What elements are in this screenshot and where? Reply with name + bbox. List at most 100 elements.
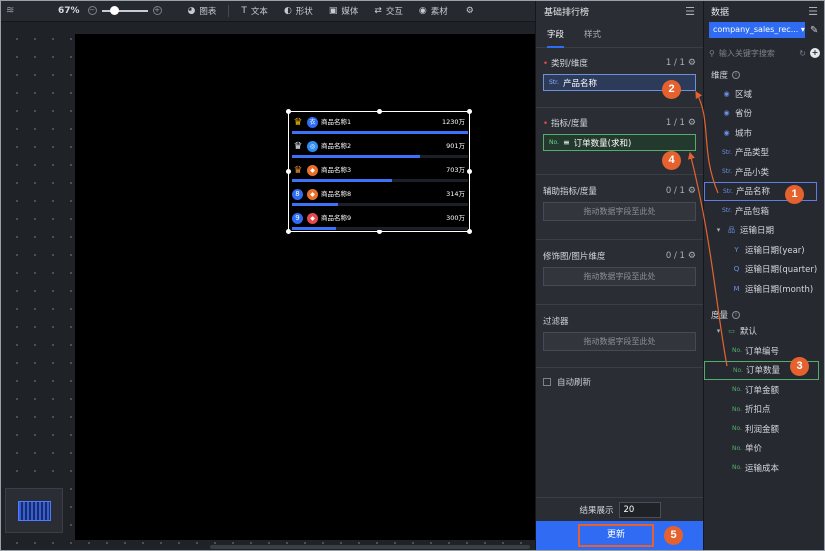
zoom-level: 67%: [58, 5, 80, 16]
gear-icon[interactable]: ⚙: [688, 118, 696, 128]
field-search[interactable]: ⚲ 输入关键字搜索 ↻ +: [709, 46, 820, 60]
rank-bar-fill: [292, 179, 393, 182]
gear-icon[interactable]: ⚙: [688, 186, 696, 196]
filter-drop-zone[interactable]: 拖动数据字段至此处: [543, 332, 696, 351]
rank-bar-fill: [292, 131, 468, 134]
rank-bar-track: [292, 179, 468, 182]
info-icon[interactable]: i: [732, 310, 741, 319]
zoom-slider[interactable]: [101, 5, 148, 15]
string-type-icon: Str.: [722, 168, 732, 176]
calendar-year-icon: Y: [734, 245, 739, 254]
toolbar-chart[interactable]: ◕ 图表: [188, 5, 217, 17]
auto-refresh-checkbox[interactable]: [543, 378, 551, 386]
aux-measure-label: 辅助指标/度量: [543, 187, 597, 197]
toolbar-divider: [228, 4, 230, 17]
dimension-section: • 类别/维度 1 / 1 ⚙ Str. 产品名称: [536, 52, 703, 108]
field-profit[interactable]: No. 利润金额: [704, 419, 825, 439]
toolbar-media[interactable]: ▣ 媒体: [329, 5, 359, 17]
field-shipping-cost[interactable]: No. 运输成本: [704, 458, 825, 478]
image-icon: ▣: [328, 5, 338, 16]
field-province[interactable]: ◉ 省份: [704, 104, 825, 124]
field-ship-date-quarter[interactable]: Q 运输日期(quarter): [704, 260, 825, 280]
sort-icon[interactable]: ≡: [563, 138, 570, 147]
field-product-subtype[interactable]: Str. 产品小类: [704, 162, 825, 182]
measure-field-chip[interactable]: No. ≡ 订单数量(求和): [543, 134, 696, 151]
filter-section: 过滤器 拖动数据字段至此处: [536, 310, 703, 368]
collapse-data-icon[interactable]: ☰: [808, 5, 818, 18]
toolbar-material[interactable]: ◉ 素材: [419, 5, 448, 17]
rank-name: 商品名称2: [321, 142, 352, 150]
product-badge-icon: ◎: [307, 141, 318, 152]
field-ship-date[interactable]: ▾ 品运输日期: [704, 221, 825, 241]
update-button[interactable]: 更新: [578, 524, 654, 547]
aux-measure-section: 辅助指标/度量 0 / 1 ⚙ 拖动数据字段至此处: [536, 180, 703, 240]
field-discount[interactable]: No. 折扣点: [704, 400, 825, 420]
number-type-icon: No.: [549, 139, 559, 146]
search-input[interactable]: 输入关键字搜索: [719, 48, 795, 59]
field-label: 订单数量: [746, 366, 781, 377]
edit-icon[interactable]: ✎: [810, 25, 818, 36]
field-product-type[interactable]: Str. 产品类型: [704, 143, 825, 163]
tab-fields[interactable]: 字段: [547, 22, 565, 48]
number-type-icon: No.: [733, 366, 743, 374]
data-panel-title: 数据: [711, 7, 730, 18]
rank-value: 901万: [446, 142, 465, 150]
field-ship-date-year[interactable]: Y 运输日期(year): [704, 240, 825, 260]
settings-gear-icon[interactable]: ⚙: [466, 6, 474, 16]
screen-board[interactable]: [75, 34, 535, 540]
field-order-amount[interactable]: No. 订单金额: [704, 380, 825, 400]
toolbar-text[interactable]: T 文本: [241, 5, 268, 17]
field-product-box[interactable]: Str. 产品包箱: [704, 201, 825, 221]
field-city[interactable]: ◉ 城市: [704, 123, 825, 143]
aux-measure-drop-zone[interactable]: 拖动数据字段至此处: [543, 202, 696, 221]
resize-handle[interactable]: [286, 229, 291, 234]
measure-folder-default[interactable]: ▾ ▭ 默认: [704, 322, 825, 342]
toolbar-interaction[interactable]: ⇄ 交互: [374, 5, 403, 17]
gear-icon[interactable]: ⚙: [688, 251, 696, 261]
field-ship-date-month[interactable]: M 运输日期(month): [704, 279, 825, 299]
toolbar-shape[interactable]: ◐ 形状: [284, 5, 313, 17]
horizontal-scrollbar[interactable]: [210, 545, 530, 549]
string-type-icon: Str.: [549, 79, 559, 86]
rank-name: 商品名称8: [321, 190, 352, 198]
decor-dimension-count: 0 / 1: [665, 251, 685, 261]
info-icon[interactable]: i: [732, 71, 741, 79]
decor-dimension-section: 修饰图/图片维度 0 / 1 ⚙ 拖动数据字段至此处: [536, 245, 703, 305]
callout-step-3: 3: [790, 357, 809, 376]
result-count-input[interactable]: 20: [618, 501, 661, 518]
number-type-icon: No.: [732, 444, 742, 452]
decor-dimension-drop-zone[interactable]: 拖动数据字段至此处: [543, 267, 696, 286]
search-icon: ⚲: [709, 48, 715, 58]
interaction-icon: ⇄: [374, 5, 382, 16]
zoom-slider-knob[interactable]: [109, 5, 119, 15]
collapse-panel-icon[interactable]: ☰: [685, 5, 695, 18]
data-panel-header: 数据 ☰: [704, 0, 825, 22]
tab-style[interactable]: 样式: [584, 22, 601, 48]
field-region[interactable]: ◉ 区域: [704, 84, 825, 104]
callout-step-5: 5: [664, 526, 683, 545]
layers-icon[interactable]: ≋: [6, 5, 20, 16]
add-icon[interactable]: +: [810, 48, 820, 58]
text-icon: T: [241, 5, 247, 16]
field-unit-price[interactable]: No. 单价: [704, 439, 825, 459]
canvas-toolbar: ≋ 67% − + ◕ 图表 T 文本 ◐ 形状 ▣ 媒体 ⇄ 交互 ◉ 素材 ⚙: [0, 0, 535, 22]
resize-handle[interactable]: [286, 169, 291, 174]
string-type-icon: Str.: [722, 207, 732, 215]
minimap[interactable]: [5, 488, 63, 533]
field-order-id[interactable]: No. 订单编号: [704, 341, 825, 361]
zoom-in-icon[interactable]: +: [152, 6, 162, 15]
gear-icon[interactable]: ⚙: [688, 58, 696, 68]
zoom-out-icon[interactable]: −: [87, 6, 97, 15]
result-count-label: 结果展示: [579, 505, 614, 516]
config-tabs: 字段 样式: [536, 22, 703, 48]
resize-handle[interactable]: [286, 109, 291, 114]
auto-refresh-row[interactable]: 自动刷新: [536, 368, 703, 396]
field-label: 利润金额: [745, 424, 780, 435]
measure-group-label: 度量: [711, 310, 729, 321]
design-canvas[interactable]: [0, 22, 535, 551]
dataset-select[interactable]: company_sales_rec... ▾: [709, 22, 805, 38]
ranking-widget[interactable]: ♛ 衣 商品名称1 1230万 ♛ ◎ 商品名称2 901万 ♛ ◆ 商品名称3…: [286, 109, 472, 234]
toolbar-chart-label: 图表: [199, 6, 217, 17]
dataset-name: company_sales_rec...: [713, 25, 799, 34]
refresh-icon[interactable]: ↻: [799, 49, 806, 58]
